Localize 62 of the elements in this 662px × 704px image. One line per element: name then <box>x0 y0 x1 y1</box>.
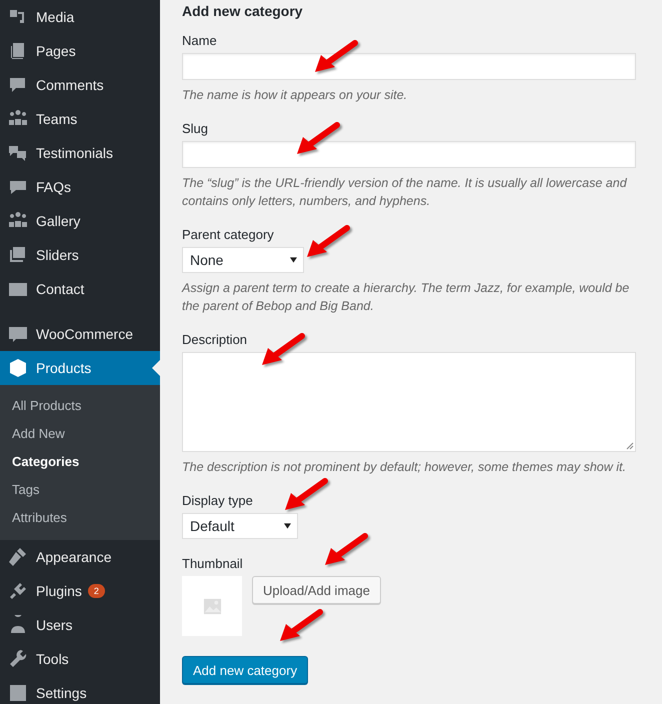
annotation-arrow <box>278 608 324 644</box>
annotation-arrow <box>305 224 351 260</box>
sidebar-item[interactable]: Contact <box>0 272 160 306</box>
field-description: The name is how it appears on your site. <box>182 87 408 104</box>
sidebar-item[interactable]: Products <box>0 351 160 385</box>
annotation-arrow <box>260 332 306 368</box>
menu-icon <box>8 615 28 635</box>
text-area[interactable] <box>182 352 636 452</box>
sidebar-item[interactable]: Testimonials <box>0 136 160 170</box>
dropdown[interactable]: Default <box>182 513 298 539</box>
field-label: Display type <box>182 492 254 510</box>
menu-icon <box>8 75 28 95</box>
input-field[interactable] <box>182 53 636 80</box>
sidebar-item[interactable]: Media <box>0 0 160 34</box>
caret-icon <box>290 257 297 263</box>
menu-icon <box>8 683 28 703</box>
annotation-arrow <box>323 532 369 568</box>
field-label: Thumbnail <box>182 555 244 573</box>
sidebar-item[interactable]: Plugins 2 <box>0 574 160 608</box>
menu-icon <box>8 547 28 567</box>
submenu-item[interactable]: All Products <box>0 392 160 420</box>
field-label: Parent category <box>182 226 275 244</box>
current-indicator <box>152 360 160 376</box>
sidebar-item[interactable]: Gallery <box>0 204 160 238</box>
field-label: Slug <box>182 120 210 138</box>
sidebar-item[interactable]: FAQs <box>0 170 160 204</box>
field-description: Assign a parent term to create a hierarchy. The term Jazz, for example, would be the parent of Bebop and Big Band. <box>182 280 630 315</box>
caret-icon <box>284 523 291 529</box>
annotation-arrow <box>313 39 359 75</box>
menu-icon <box>8 358 28 378</box>
form-heading: Add new category <box>182 2 304 20</box>
menu-icon <box>8 581 28 601</box>
submenu-item[interactable]: Add New <box>0 420 160 448</box>
menu-icon <box>8 649 28 669</box>
resize-grip-icon <box>624 440 634 450</box>
sidebar-item[interactable]: Pages <box>0 34 160 68</box>
submenu-item[interactable]: Tags <box>0 476 160 504</box>
count-badge: 2 <box>88 584 105 598</box>
sidebar-item[interactable]: Appearance <box>0 540 160 574</box>
field-label: Name <box>182 32 218 50</box>
sidebar-item[interactable]: Comments <box>0 68 160 102</box>
dropdown[interactable]: None <box>182 247 304 273</box>
upload-button[interactable]: Upload/Add image <box>252 576 381 604</box>
menu-icon <box>8 245 28 265</box>
menu-icon <box>8 143 28 163</box>
field-description: The “slug” is the URL-friendly version of the name. It is usually all lowercase and contains only letters, numbers, and hyphens. <box>182 175 628 210</box>
sidebar-item[interactable]: Tools <box>0 642 160 676</box>
sidebar-item[interactable]: WooCommerce <box>0 317 160 351</box>
submit-button[interactable]: Add new category <box>182 656 308 684</box>
sidebar-item[interactable]: Sliders <box>0 238 160 272</box>
field-description: The description is not prominent by default; however, some themes may show it. <box>182 459 627 476</box>
input-field[interactable] <box>182 141 636 168</box>
annotation-arrow <box>295 121 341 157</box>
annotation-arrow <box>283 477 329 513</box>
sidebar-item[interactable]: Teams <box>0 102 160 136</box>
submenu-item[interactable]: Categories <box>0 448 160 476</box>
submenu-item[interactable]: Attributes <box>0 504 160 532</box>
sidebar-item[interactable]: Settings <box>0 676 160 704</box>
field-label: Description <box>182 331 248 349</box>
menu-icon <box>8 324 28 344</box>
sidebar-item[interactable]: Users <box>0 608 160 642</box>
image-icon <box>202 596 222 616</box>
